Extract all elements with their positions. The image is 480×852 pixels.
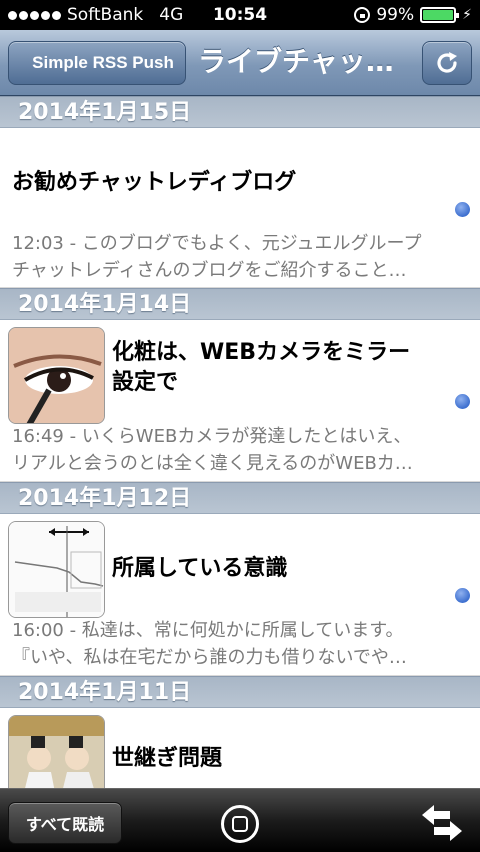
home-circle-icon[interactable] bbox=[221, 805, 259, 843]
section-header-date: 2014年1月14日 bbox=[0, 288, 480, 320]
section-header-date: 2014年1月11日 bbox=[0, 676, 480, 708]
battery-icon bbox=[420, 7, 460, 23]
list-item[interactable]: お勧めチャットレディブログ 12:03 - このブログでもよく、元ジュエルグルー… bbox=[0, 128, 480, 288]
back-button-label: Simple RSS Push bbox=[32, 53, 174, 72]
list-item[interactable]: 世継ぎ問題 bbox=[0, 708, 480, 788]
section-header-date: 2014年1月15日 bbox=[0, 96, 480, 128]
list-item[interactable]: 所属している意識 16:00 - 私達は、常に何処かに所属しています。 『いや、… bbox=[0, 514, 480, 676]
section-header-date: 2014年1月12日 bbox=[0, 482, 480, 514]
refresh-icon bbox=[437, 52, 457, 73]
item-description: 16:49 - いくらWEBカメラが発達したとはいえ、 リアルと会うのとは全く違… bbox=[12, 426, 413, 474]
feed-list[interactable]: 2014年1月15日 お勧めチャットレディブログ 12:03 - このブログでも… bbox=[0, 96, 480, 788]
item-description: 12:03 - このブログでもよく、元ジュエルグループ チャットレディさんのブロ… bbox=[12, 233, 422, 281]
list-item[interactable]: 化粧は、WEBカメラをミラー 設定で 16:49 - いくらWEBカメラが発達し… bbox=[0, 320, 480, 482]
item-title: 所属している意識 bbox=[112, 556, 288, 581]
back-button[interactable]: Simple RSS Push bbox=[8, 41, 186, 85]
navigation-bar: Simple RSS Push ライブチャッ… bbox=[0, 30, 480, 96]
bottom-toolbar: すべて既読 bbox=[0, 788, 480, 852]
item-title: お勧めチャットレディブログ bbox=[12, 170, 297, 195]
unread-indicator bbox=[455, 588, 470, 603]
item-thumbnail bbox=[8, 521, 105, 618]
mark-all-read-button[interactable]: すべて既読 bbox=[8, 802, 122, 844]
rotation-lock-icon bbox=[354, 7, 371, 23]
page-title: ライブチャッ… bbox=[198, 45, 394, 78]
item-title: 化粧は、WEBカメラをミラー 設定で bbox=[112, 340, 411, 395]
unread-indicator bbox=[455, 394, 470, 409]
battery-percent: 99% bbox=[376, 5, 415, 25]
item-title: 世継ぎ問題 bbox=[112, 746, 223, 771]
item-description: 16:00 - 私達は、常に何処かに所属しています。 『いや、私は在宅だから誰の… bbox=[12, 620, 407, 668]
unread-indicator bbox=[455, 202, 470, 217]
mark-all-read-label: すべて既読 bbox=[25, 815, 105, 834]
item-thumbnail bbox=[8, 327, 105, 424]
item-thumbnail bbox=[8, 715, 105, 788]
swap-arrows-icon[interactable] bbox=[422, 805, 462, 841]
refresh-button[interactable] bbox=[422, 41, 472, 85]
status-right: 99% ⚡ bbox=[354, 5, 472, 25]
status-bar: SoftBank 4G 10:54 99% ⚡ bbox=[0, 0, 480, 30]
charging-icon: ⚡ bbox=[462, 7, 472, 23]
